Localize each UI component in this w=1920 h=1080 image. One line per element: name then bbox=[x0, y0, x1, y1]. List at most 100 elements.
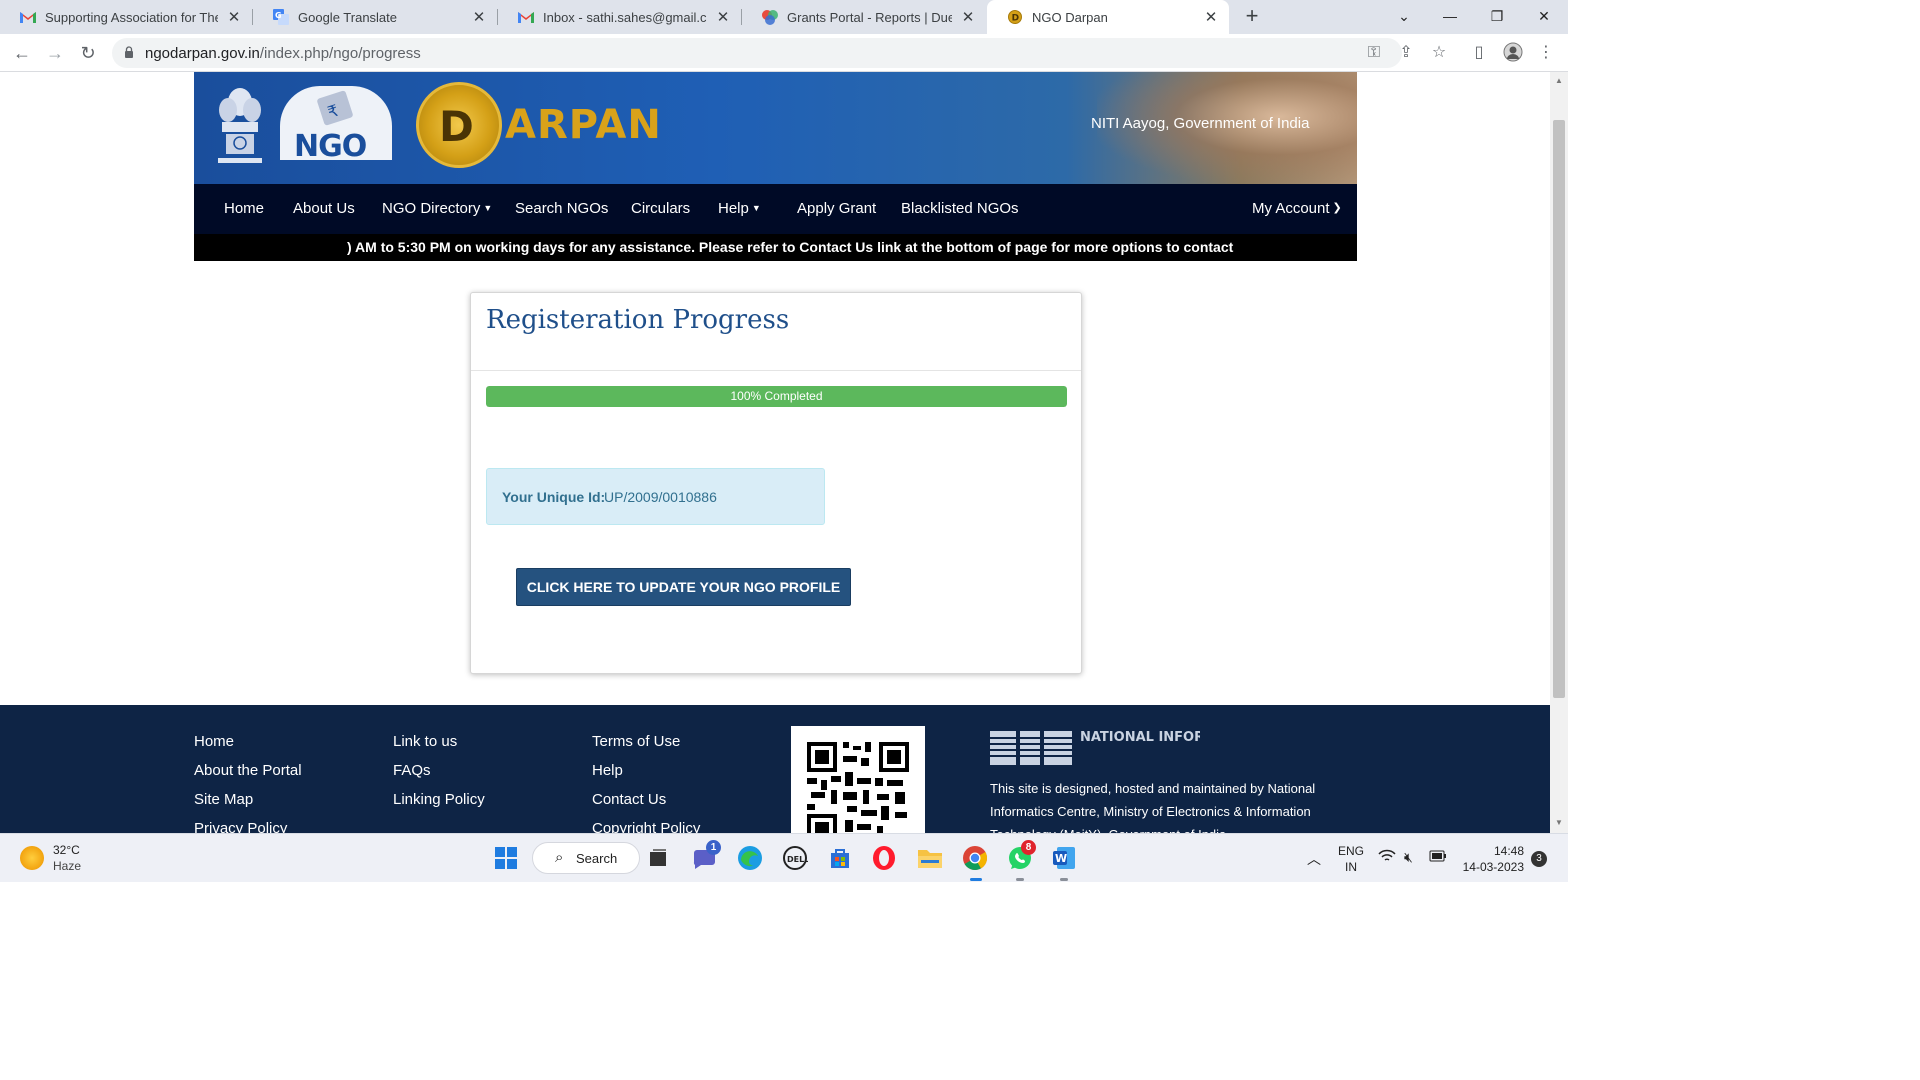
footer-link-linking-policy[interactable]: Linking Policy bbox=[393, 790, 485, 819]
opera-browser-icon[interactable] bbox=[870, 844, 898, 872]
reload-icon[interactable]: ↻ bbox=[77, 42, 99, 64]
chrome-browser-icon[interactable] bbox=[961, 844, 989, 872]
browser-tab-strip: Supporting Association for Them ✕ G Goog… bbox=[0, 0, 1568, 34]
nav-search-ngos[interactable]: Search NGOs bbox=[515, 200, 608, 217]
footer-column-3: Terms of Use Help Contact Us Copyright P… bbox=[592, 732, 700, 833]
restore-icon[interactable]: ❐ bbox=[1474, 0, 1520, 34]
footer-link-about-portal[interactable]: About the Portal bbox=[194, 761, 302, 790]
clock-time: 14:48 bbox=[1493, 844, 1524, 858]
main-navigation: Home About Us NGO Directory ▼ Search NGOs… bbox=[194, 184, 1357, 234]
teams-chat-icon[interactable]: 1 bbox=[690, 840, 721, 872]
search-icon: ⌕ bbox=[555, 849, 564, 866]
forward-arrow-icon[interactable]: → bbox=[44, 42, 66, 64]
minimize-icon[interactable]: — bbox=[1427, 0, 1473, 34]
back-arrow-icon[interactable]: ← bbox=[11, 42, 33, 64]
windows-start-icon[interactable] bbox=[492, 844, 520, 872]
svg-text:D: D bbox=[1012, 14, 1019, 24]
notification-center-badge[interactable]: 3 bbox=[1531, 851, 1547, 867]
nav-help[interactable]: Help ▼ bbox=[718, 200, 761, 217]
tab-gmail-supporting[interactable]: Supporting Association for Them ✕ bbox=[0, 0, 252, 34]
nav-label: NGO Directory bbox=[382, 200, 481, 217]
chevron-down-icon: ▼ bbox=[483, 203, 493, 213]
wifi-icon[interactable] bbox=[1378, 849, 1396, 866]
region-code: IN bbox=[1345, 860, 1357, 874]
nav-my-account[interactable]: My Account ❯ bbox=[1252, 200, 1342, 217]
address-bar[interactable]: ngodarpan.gov.in/index.php/ngo/progress bbox=[112, 38, 1402, 68]
taskbar-search[interactable]: ⌕ Search bbox=[532, 842, 640, 874]
svg-text:DELL: DELL bbox=[787, 855, 808, 864]
edge-browser-icon[interactable] bbox=[736, 844, 764, 872]
tab-google-translate[interactable]: G Google Translate ✕ bbox=[253, 0, 497, 34]
site-footer: Home About the Portal Site Map Privacy P… bbox=[0, 705, 1550, 833]
grants-portal-icon bbox=[762, 9, 778, 25]
chevron-down-icon: ❯ bbox=[1332, 202, 1342, 214]
page-scrollbar[interactable]: ▲ ▼ bbox=[1550, 72, 1568, 833]
nav-blacklisted-ngos[interactable]: Blacklisted NGOs bbox=[901, 200, 1019, 217]
show-hidden-icons-chevron-icon[interactable]: ︿ bbox=[1307, 849, 1321, 869]
microsoft-store-icon[interactable] bbox=[826, 844, 854, 872]
system-clock[interactable]: 14:48 14-03-2023 bbox=[1460, 843, 1524, 875]
tab-search-chevron-icon[interactable]: ⌄ bbox=[1381, 0, 1427, 34]
tab-gmail-inbox[interactable]: Inbox - sathi.sahes@gmail.com - ✕ bbox=[498, 0, 741, 34]
footer-link-terms[interactable]: Terms of Use bbox=[592, 732, 700, 761]
whatsapp-icon[interactable]: 8 bbox=[1006, 840, 1036, 872]
close-icon[interactable]: ✕ bbox=[1203, 8, 1219, 26]
svg-text:W: W bbox=[1055, 852, 1067, 865]
share-icon[interactable]: ⇪ bbox=[1395, 42, 1417, 64]
marquee-text: ) AM to 5:30 PM on working days for any … bbox=[347, 239, 1234, 255]
dell-icon[interactable]: DELL bbox=[781, 844, 809, 872]
tab-title: Grants Portal - Reports | Due Rep bbox=[787, 9, 952, 25]
bookmark-star-icon[interactable]: ☆ bbox=[1428, 42, 1450, 64]
volume-muted-icon[interactable]: 🔇︎ bbox=[1404, 849, 1413, 866]
footer-link-site-map[interactable]: Site Map bbox=[194, 790, 302, 819]
close-icon[interactable]: ✕ bbox=[226, 8, 242, 26]
task-view-icon[interactable] bbox=[644, 844, 672, 872]
word-icon[interactable]: W bbox=[1050, 844, 1078, 872]
footer-link-faqs[interactable]: FAQs bbox=[393, 761, 485, 790]
footer-link-home[interactable]: Home bbox=[194, 732, 302, 761]
kebab-menu-icon[interactable]: ⋮ bbox=[1535, 42, 1557, 64]
key-icon[interactable]: ⚿ bbox=[1363, 42, 1385, 64]
card-title: Registeration Progress bbox=[486, 305, 790, 335]
svg-text:D: D bbox=[439, 102, 474, 151]
battery-charging-icon[interactable] bbox=[1429, 849, 1447, 865]
footer-column-1: Home About the Portal Site Map Privacy P… bbox=[194, 732, 302, 833]
tab-title: Inbox - sathi.sahes@gmail.com - bbox=[543, 9, 707, 25]
site-header-banner: ₹ NGO D ARPAN NITI Aayog, Government of … bbox=[194, 72, 1357, 184]
footer-link-contact-us[interactable]: Contact Us bbox=[592, 790, 700, 819]
close-icon[interactable]: ✕ bbox=[471, 8, 487, 26]
footer-link-copyright-policy[interactable]: Copyright Policy bbox=[592, 819, 700, 833]
update-ngo-profile-button[interactable]: CLICK HERE TO UPDATE YOUR NGO PROFILE bbox=[516, 568, 851, 606]
progress-bar: 100% Completed bbox=[486, 386, 1067, 407]
close-icon[interactable]: ✕ bbox=[960, 8, 976, 26]
input-language-indicator[interactable]: ENG IN bbox=[1338, 843, 1364, 875]
weather-haze-icon[interactable] bbox=[20, 846, 44, 870]
nav-home[interactable]: Home bbox=[224, 200, 264, 217]
nav-circulars[interactable]: Circulars bbox=[631, 200, 690, 217]
darpan-coin-logo: D bbox=[416, 82, 502, 168]
side-panel-icon[interactable]: ▯ bbox=[1468, 42, 1490, 64]
footer-link-help[interactable]: Help bbox=[592, 761, 700, 790]
new-tab-icon[interactable]: + bbox=[1240, 5, 1264, 29]
file-explorer-icon[interactable] bbox=[916, 844, 944, 872]
footer-link-privacy-policy[interactable]: Privacy Policy bbox=[194, 819, 302, 833]
gmail-icon bbox=[518, 9, 534, 25]
page-viewport: ₹ NGO D ARPAN NITI Aayog, Government of … bbox=[0, 72, 1550, 833]
chrome-running-indicator bbox=[970, 878, 982, 881]
close-icon[interactable]: ✕ bbox=[715, 8, 731, 26]
nav-ngo-directory[interactable]: NGO Directory ▼ bbox=[382, 200, 492, 217]
footer-link-link-to-us[interactable]: Link to us bbox=[393, 732, 485, 761]
scroll-down-arrow-icon[interactable]: ▼ bbox=[1554, 818, 1564, 827]
national-emblem-icon bbox=[218, 88, 262, 163]
window-close-icon[interactable]: ✕ bbox=[1521, 0, 1567, 34]
word-running-indicator bbox=[1060, 878, 1068, 881]
scroll-up-arrow-icon[interactable]: ▲ bbox=[1554, 76, 1564, 85]
nav-about-us[interactable]: About Us bbox=[293, 200, 355, 217]
tab-ngo-darpan[interactable]: D NGO Darpan ✕ bbox=[987, 0, 1229, 34]
unique-id-label: Your Unique Id: bbox=[502, 489, 606, 505]
nav-apply-grant[interactable]: Apply Grant bbox=[797, 200, 876, 217]
tab-grants-portal[interactable]: Grants Portal - Reports | Due Rep ✕ bbox=[742, 0, 986, 34]
scrollbar-thumb[interactable] bbox=[1553, 120, 1565, 698]
nav-label: Help bbox=[718, 200, 749, 217]
profile-avatar-icon[interactable] bbox=[1502, 42, 1524, 64]
